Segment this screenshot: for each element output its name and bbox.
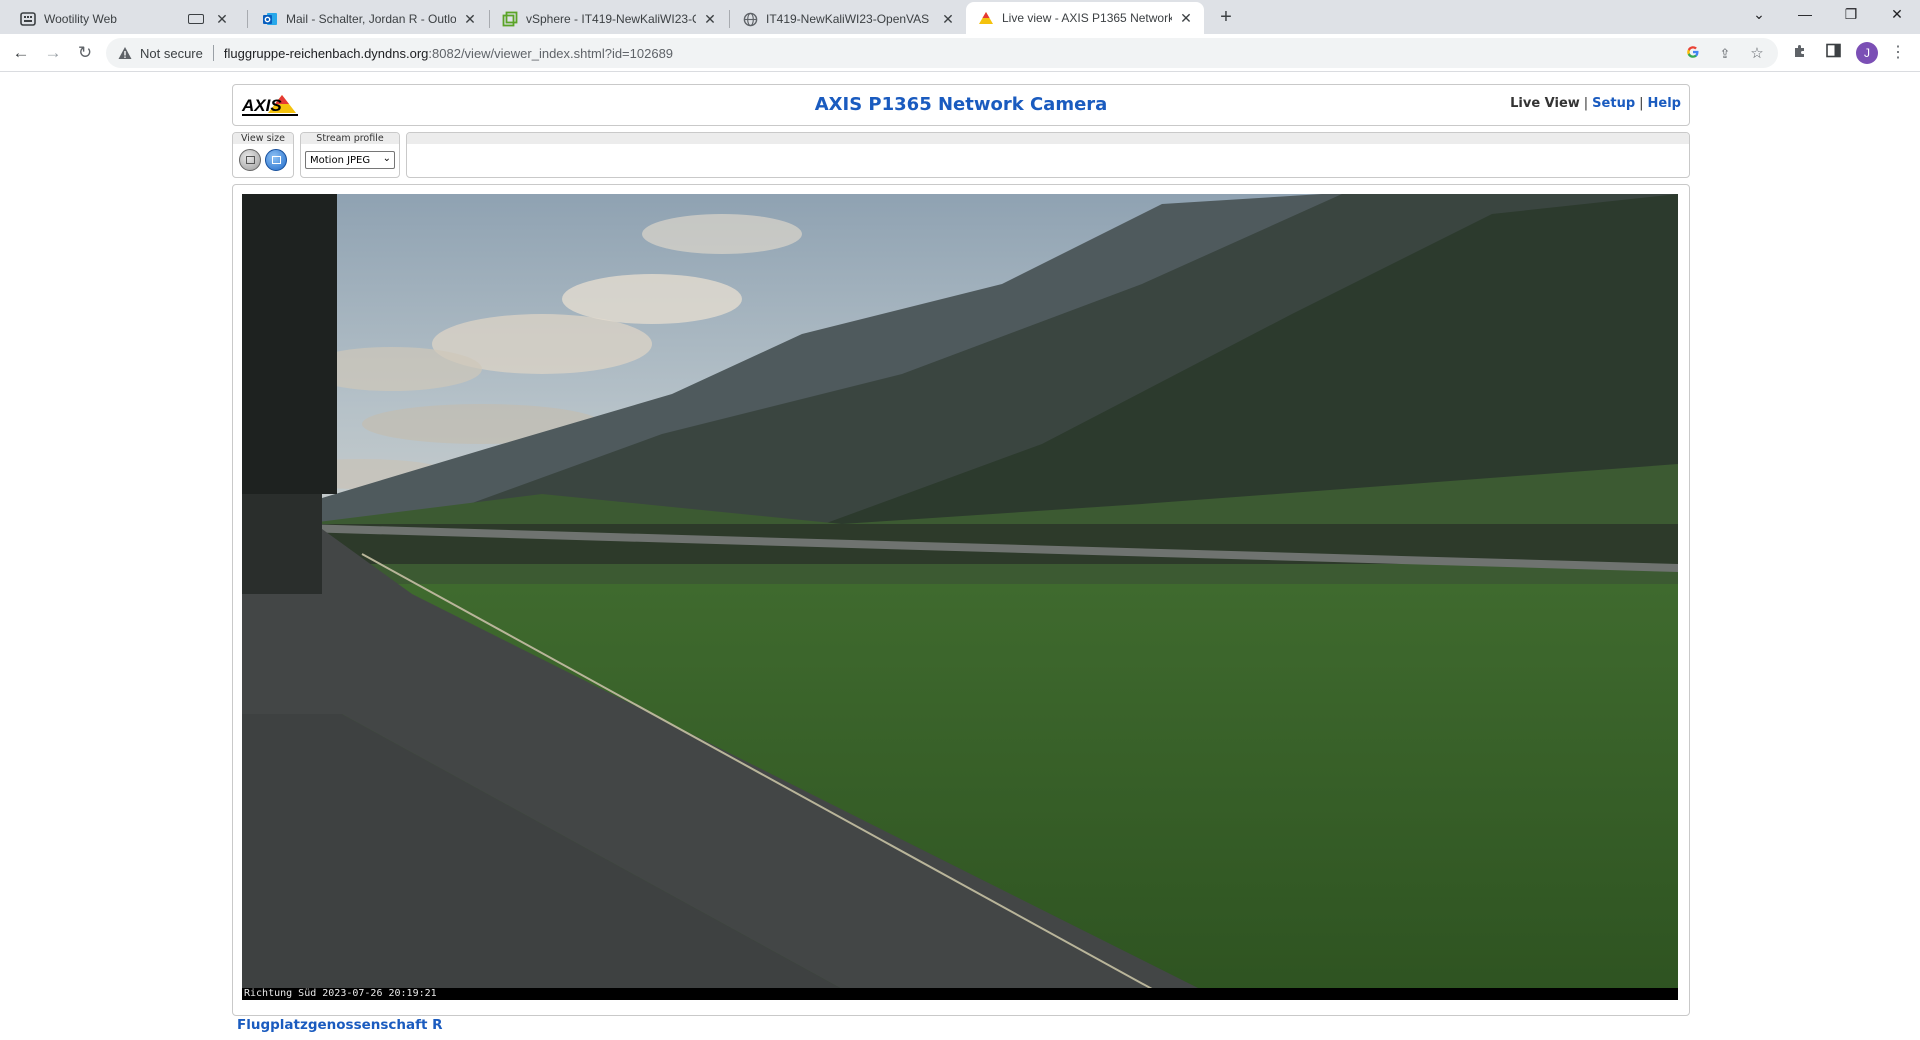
keyboard-icon (20, 11, 36, 27)
warning-icon[interactable] (118, 46, 132, 60)
profile-avatar[interactable]: J (1856, 42, 1878, 64)
url-path: :8082/view/viewer_index.shtml?id=102689 (428, 45, 674, 61)
stream-profile-value: Motion JPEG (310, 154, 371, 166)
minimize-icon[interactable]: — (1782, 0, 1828, 30)
url-divider (212, 45, 214, 61)
setup-link[interactable]: Setup (1592, 96, 1635, 111)
close-tab-icon[interactable]: ✕ (940, 11, 956, 28)
new-tab-button[interactable]: + (1214, 6, 1238, 30)
viewer-status-panel (406, 132, 1690, 178)
view-size-small-button[interactable] (239, 149, 261, 171)
tab-title: Mail - Schalter, Jordan R - Outlook (286, 12, 456, 26)
tab-vsphere[interactable]: vSphere - IT419-NewKaliWI23-Op ✕ (490, 4, 728, 34)
side-panel-icon[interactable] (1823, 43, 1843, 63)
status-stripe (407, 133, 1689, 144)
view-size-panel: View size (232, 132, 294, 178)
chevron-down-icon: ⌄ (382, 153, 391, 164)
camera-title: AXIS P1365 Network Camera (814, 94, 1108, 115)
stream-profile-panel: Stream profile Motion JPEG ⌄ (300, 132, 400, 178)
globe-icon (742, 11, 758, 27)
axis-viewer-page: AXIS AXIS P1365 Network Camera Live View… (0, 72, 1920, 1040)
restore-icon[interactable]: ❐ (1828, 0, 1874, 30)
close-tab-icon[interactable]: ✕ (1178, 10, 1194, 27)
tab-wootility[interactable]: Wootility Web ✕ (8, 4, 240, 34)
puzzle-icon[interactable] (1790, 43, 1810, 63)
tab-divider (247, 10, 248, 28)
vsphere-icon (502, 11, 518, 27)
tab-title: vSphere - IT419-NewKaliWI23-Op (526, 12, 696, 26)
stream-profile-label: Stream profile (301, 133, 399, 144)
help-link[interactable]: Help (1648, 96, 1681, 111)
cast-indicator-icon (188, 14, 204, 24)
back-arrow-icon[interactable]: ← (8, 40, 34, 66)
tab-search-icon[interactable]: ⌄ (1736, 0, 1782, 30)
nav-separator: | (1639, 96, 1644, 111)
view-size-full-button[interactable] (265, 149, 287, 171)
axis-triangle-icon (978, 10, 994, 26)
not-secure-label[interactable]: Not secure (140, 46, 203, 61)
url-host: fluggruppe-reichenbach.dyndns.org (223, 45, 429, 61)
view-size-label: View size (233, 133, 293, 144)
video-frame: Richtung Süd 2023-07-26 20:19:21 (232, 184, 1690, 1016)
forward-arrow-icon[interactable]: → (40, 40, 66, 66)
outlook-icon (262, 11, 278, 27)
tab-axis-live-view[interactable]: Live view - AXIS P1365 Network Camera ✕ (966, 2, 1204, 34)
tab-openvas[interactable]: IT419-NewKaliWI23-OpenVAS ✕ (730, 4, 966, 34)
close-tab-icon[interactable]: ✕ (462, 11, 478, 28)
browser-toolbar: ← → ↻ Not secure fluggruppe-reichenbach.… (0, 34, 1920, 72)
tab-title: Wootility Web (44, 12, 117, 26)
tab-title: IT419-NewKaliWI23-OpenVAS (766, 12, 930, 26)
live-video-stream[interactable]: Richtung Süd 2023-07-26 20:19:21 (242, 194, 1678, 1000)
tab-title: Live view - AXIS P1365 Network Camera (1002, 11, 1172, 25)
camera-header: AXIS AXIS P1365 Network Camera Live View… (232, 84, 1690, 126)
browser-tab-strip: Wootility Web ✕ Mail - Schalter, Jordan … (0, 0, 1920, 34)
share-icon[interactable]: ⇪ (1716, 45, 1734, 63)
reload-icon[interactable]: ↻ (72, 40, 98, 66)
window-icon (246, 156, 255, 164)
live-view-label: Live View (1510, 96, 1580, 111)
star-icon[interactable]: ☆ (1748, 45, 1766, 63)
header-nav: Live View | Setup | Help (1510, 96, 1681, 111)
google-icon[interactable] (1684, 45, 1702, 63)
close-tab-icon[interactable]: ✕ (702, 11, 718, 28)
address-bar[interactable]: Not secure fluggruppe-reichenbach.dyndns… (106, 38, 1778, 68)
stream-profile-select[interactable]: Motion JPEG ⌄ (305, 151, 395, 169)
close-window-icon[interactable]: ✕ (1874, 0, 1920, 30)
window-icon (272, 156, 281, 164)
close-tab-icon[interactable]: ✕ (214, 11, 230, 28)
footer-link[interactable]: Flugplatzgenossenschaft R (237, 1017, 443, 1033)
tab-outlook[interactable]: Mail - Schalter, Jordan R - Outlook ✕ (250, 4, 488, 34)
camera-scene-image (242, 194, 1678, 1000)
camera-overlay-text: Richtung Süd 2023-07-26 20:19:21 (242, 988, 1678, 1000)
nav-separator: | (1583, 96, 1589, 111)
kebab-menu-icon[interactable]: ⋮ (1888, 43, 1908, 63)
